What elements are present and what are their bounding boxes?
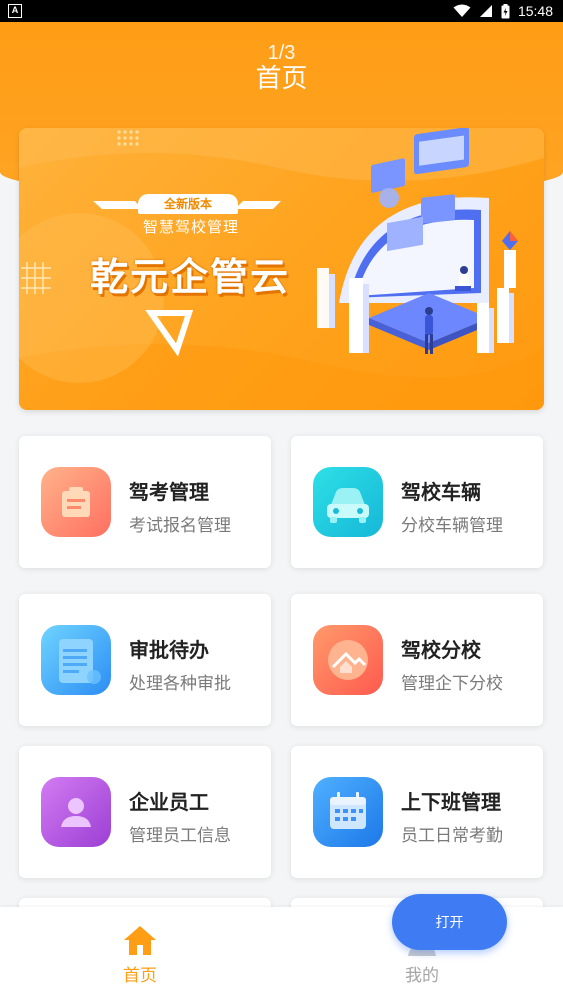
card-title: 审批待办 [129, 638, 209, 662]
document-list-icon [41, 625, 111, 695]
card-subtitle: 员工日常考勤 [401, 826, 503, 846]
card-exam-management[interactable]: 驾考管理 考试报名管理 [19, 436, 271, 568]
promo-banner[interactable]: 全新版本 智慧驾校管理 乾元企管云 [19, 128, 544, 410]
card-attendance[interactable]: 上下班管理 员工日常考勤 [291, 746, 543, 878]
card-employees[interactable]: 企业员工 管理员工信息 [19, 746, 271, 878]
banner-title: 乾元企管云 [89, 255, 290, 299]
card-subtitle: 分校车辆管理 [401, 516, 503, 536]
card-title: 驾校分校 [401, 638, 481, 662]
tab-home[interactable]: 首页 [60, 907, 220, 1002]
card-approvals[interactable]: 审批待办 处理各种审批 [19, 594, 271, 726]
cell-signal-icon [479, 5, 492, 17]
banner-badge: 全新版本 [138, 194, 238, 214]
notification-icon: A [8, 4, 22, 18]
card-subtitle: 处理各种审批 [129, 674, 231, 694]
card-title: 驾考管理 [129, 480, 209, 504]
card-subtitle: 管理员工信息 [129, 826, 231, 846]
tab-home-label: 首页 [123, 966, 157, 986]
page-title: 首页 [255, 64, 308, 94]
card-subtitle: 考试报名管理 [129, 516, 231, 536]
card-title: 企业员工 [129, 790, 209, 814]
card-title: 上下班管理 [401, 790, 501, 814]
battery-icon [501, 3, 510, 18]
card-school-branches[interactable]: 驾校分校 管理企下分校 [291, 594, 543, 726]
wifi-icon [453, 4, 471, 17]
status-icons: 15:48 [453, 2, 553, 20]
card-title: 驾校车辆 [401, 480, 481, 504]
card-subtitle: 管理企下分校 [401, 674, 503, 694]
home-icon [124, 926, 156, 955]
tab-mine-label: 我的 [405, 966, 439, 986]
calendar-icon [313, 777, 383, 847]
status-bar: A 15:48 [0, 0, 563, 22]
car-icon [313, 467, 383, 537]
status-time: 15:48 [517, 3, 553, 19]
person-icon [41, 777, 111, 847]
open-button[interactable]: 打开 [392, 894, 507, 950]
clipboard-icon [41, 467, 111, 537]
branch-house-icon [313, 625, 383, 695]
card-school-vehicles[interactable]: 驾校车辆 分校车辆管理 [291, 436, 543, 568]
banner-subtitle: 智慧驾校管理 [142, 218, 239, 236]
